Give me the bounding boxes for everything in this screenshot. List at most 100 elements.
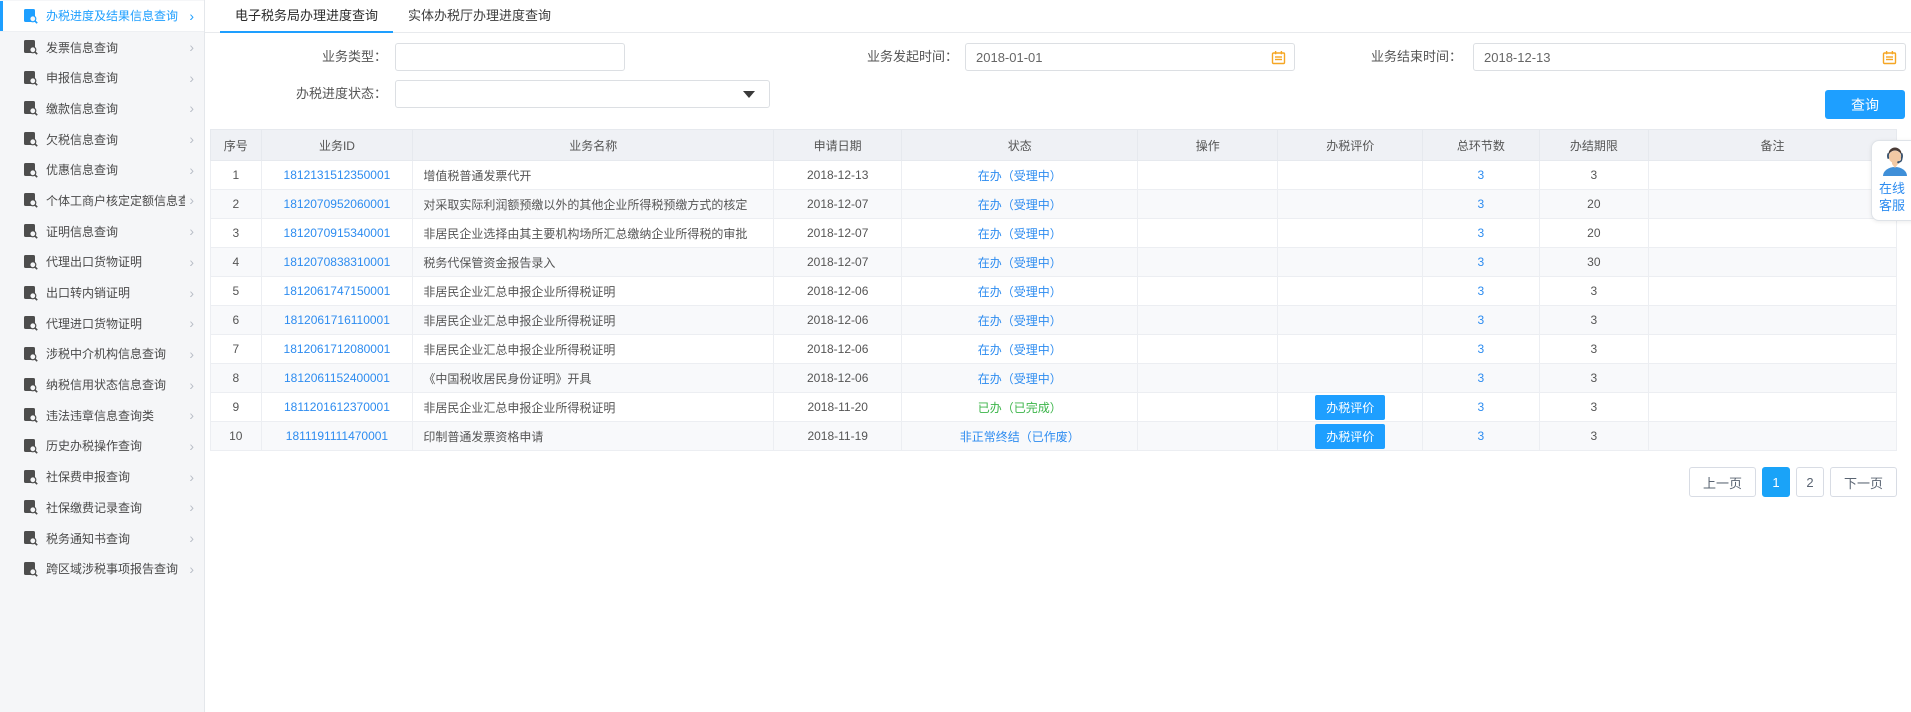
page-number-button[interactable]: 1 — [1761, 467, 1790, 497]
progress-status-value[interactable] — [396, 86, 743, 102]
table-row: 9 1811201612370001 非居民企业汇总申报企业所得税证明 2018… — [210, 392, 1897, 422]
chevron-right-icon: › — [189, 284, 194, 301]
cell-total-steps: 3 — [1422, 189, 1540, 219]
query-document-icon — [22, 438, 38, 454]
chevron-right-icon: › — [189, 376, 194, 393]
evaluation-button[interactable]: 办税评价 — [1315, 394, 1386, 420]
cell-business-id: 1812070838310001 — [260, 247, 414, 277]
page-number-button[interactable]: 2 — [1795, 467, 1824, 497]
business-id-link[interactable]: 1812070952060001 — [284, 197, 391, 211]
cell-deadline: 3 — [1538, 363, 1650, 393]
business-type-input[interactable] — [395, 43, 625, 71]
progress-status-select[interactable] — [395, 80, 770, 108]
sidebar-item-label: 欠税信息查询 — [46, 132, 119, 147]
sidebar-item-label: 出口转内销证明 — [46, 286, 131, 301]
total-steps-link[interactable]: 3 — [1478, 226, 1485, 240]
cell-operation — [1137, 218, 1279, 248]
sidebar-item-label: 社保缴费记录查询 — [46, 500, 143, 515]
customer-service-widget[interactable]: 在线客服 — [1871, 140, 1911, 221]
sidebar-item-label: 纳税信用状态信息查询 — [46, 378, 167, 393]
cell-seq: 6 — [210, 305, 262, 335]
business-id-link[interactable]: 1812061747150001 — [284, 284, 391, 298]
business-id-link[interactable]: 1812070915340001 — [284, 226, 391, 240]
sidebar-item[interactable]: 发票信息查询 › — [0, 32, 204, 63]
cell-total-steps: 3 — [1422, 363, 1540, 393]
tab-office-progress-query[interactable]: 实体办税厅办理进度查询 — [393, 0, 566, 33]
total-steps-link[interactable]: 3 — [1478, 255, 1485, 269]
chevron-right-icon: › — [189, 468, 194, 485]
business-id-link[interactable]: 1812061152400001 — [284, 371, 390, 385]
total-steps-link[interactable]: 3 — [1478, 284, 1485, 298]
business-id-link[interactable]: 1812070838310001 — [284, 255, 391, 269]
sidebar-item[interactable]: 纳税信用状态信息查询 › — [0, 369, 204, 400]
header-status: 状态 — [901, 129, 1139, 161]
cell-business-name: 税务代保管资金报告录入 — [412, 247, 775, 277]
prev-page-button[interactable]: 上一页 — [1688, 467, 1756, 497]
sidebar-item-label: 税务通知书查询 — [46, 531, 131, 546]
total-steps-link[interactable]: 3 — [1478, 168, 1485, 182]
sidebar-item[interactable]: 优惠信息查询 › — [0, 154, 204, 185]
sidebar-item[interactable]: 违法违章信息查询类 › — [0, 400, 204, 431]
cell-business-name: 增值税普通发票代开 — [412, 160, 775, 190]
cell-status: 在办（受理中） — [901, 305, 1139, 335]
sidebar-item[interactable]: 申报信息查询 › — [0, 62, 204, 93]
sidebar-item[interactable]: 欠税信息查询 › — [0, 124, 204, 155]
sidebar-item[interactable]: 历史办税操作查询 › — [0, 431, 204, 462]
search-button[interactable]: 查询 — [1825, 90, 1905, 119]
cell-apply-date: 2018-12-13 — [773, 160, 903, 190]
sidebar-item-label: 代理出口货物证明 — [46, 255, 143, 270]
sidebar-item[interactable]: 出口转内销证明 › — [0, 277, 204, 308]
business-id-link[interactable]: 1812131512350001 — [284, 168, 391, 182]
sidebar-item[interactable]: 代理进口货物证明 › — [0, 308, 204, 339]
chevron-right-icon: › — [189, 345, 194, 362]
tab-etax-progress-query[interactable]: 电子税务局办理进度查询 — [220, 0, 394, 33]
total-steps-link[interactable]: 3 — [1478, 197, 1485, 211]
chevron-right-icon: › — [189, 100, 194, 117]
calendar-icon[interactable] — [1882, 50, 1897, 65]
cell-status: 在办（受理中） — [901, 160, 1139, 190]
query-document-icon — [22, 315, 38, 331]
status-text: 已办（已完成） — [977, 400, 1062, 415]
end-time-input[interactable] — [1474, 49, 1882, 65]
cell-apply-date: 2018-12-07 — [773, 247, 903, 277]
sidebar-item[interactable]: 社保缴费记录查询 › — [0, 492, 204, 523]
sidebar-item[interactable]: 证明信息查询 › — [0, 216, 204, 247]
end-time-label: 业务结束时间： — [1370, 49, 1462, 64]
next-page-button[interactable]: 下一页 — [1829, 467, 1897, 497]
app-root: 办税进度及结果信息查询 › 发票信息查询 › 申报信息查询 › 缴款信息查询 ›… — [0, 0, 1911, 712]
sidebar-item[interactable]: 社保费申报查询 › — [0, 461, 204, 492]
sidebar-item[interactable]: 税务通知书查询 › — [0, 523, 204, 554]
start-time-field — [965, 43, 1295, 71]
business-id-link[interactable]: 1812061716110001 — [284, 313, 390, 327]
business-id-link[interactable]: 1812061712080001 — [284, 342, 391, 356]
cell-status: 在办（受理中） — [901, 218, 1139, 248]
sidebar-item[interactable]: 跨区域涉税事项报告查询 › — [0, 553, 204, 584]
total-steps-link[interactable]: 3 — [1478, 429, 1485, 443]
sidebar-item[interactable]: 代理出口货物证明 › — [0, 247, 204, 278]
start-time-input[interactable] — [966, 49, 1271, 65]
table-row: 7 1812061712080001 非居民企业汇总申报企业所得税证明 2018… — [210, 334, 1897, 364]
cell-deadline: 3 — [1538, 334, 1650, 364]
total-steps-link[interactable]: 3 — [1478, 400, 1485, 414]
total-steps-link[interactable]: 3 — [1478, 313, 1485, 327]
sidebar-item[interactable]: 缴款信息查询 › — [0, 93, 204, 124]
cell-deadline: 30 — [1538, 247, 1650, 277]
cell-evaluation: 办税评价 — [1277, 392, 1424, 422]
cell-business-id: 1812070952060001 — [260, 189, 414, 219]
business-id-link[interactable]: 1811201612370001 — [284, 400, 390, 414]
total-steps-link[interactable]: 3 — [1478, 342, 1485, 356]
evaluation-button[interactable]: 办税评价 — [1315, 423, 1386, 449]
cell-business-name: 印制普通发票资格申请 — [412, 421, 775, 451]
business-id-link[interactable]: 1811191111470001 — [286, 429, 388, 443]
sidebar-item[interactable]: 涉税中介机构信息查询 › — [0, 339, 204, 370]
query-document-icon — [22, 192, 38, 209]
total-steps-link[interactable]: 3 — [1478, 371, 1485, 385]
cell-business-name: 非居民企业汇总申报企业所得税证明 — [412, 276, 775, 306]
sidebar-item[interactable]: 个体工商户核定定额信息查询 › — [0, 185, 204, 216]
sidebar-item[interactable]: 办税进度及结果信息查询 › — [0, 1, 204, 32]
query-document-icon — [22, 407, 38, 424]
header-deadline: 办结期限 — [1538, 129, 1650, 161]
cell-business-id: 1811191111470001 — [260, 421, 414, 451]
cell-seq: 7 — [210, 334, 262, 364]
sidebar-item-label: 发票信息查询 — [46, 40, 119, 55]
